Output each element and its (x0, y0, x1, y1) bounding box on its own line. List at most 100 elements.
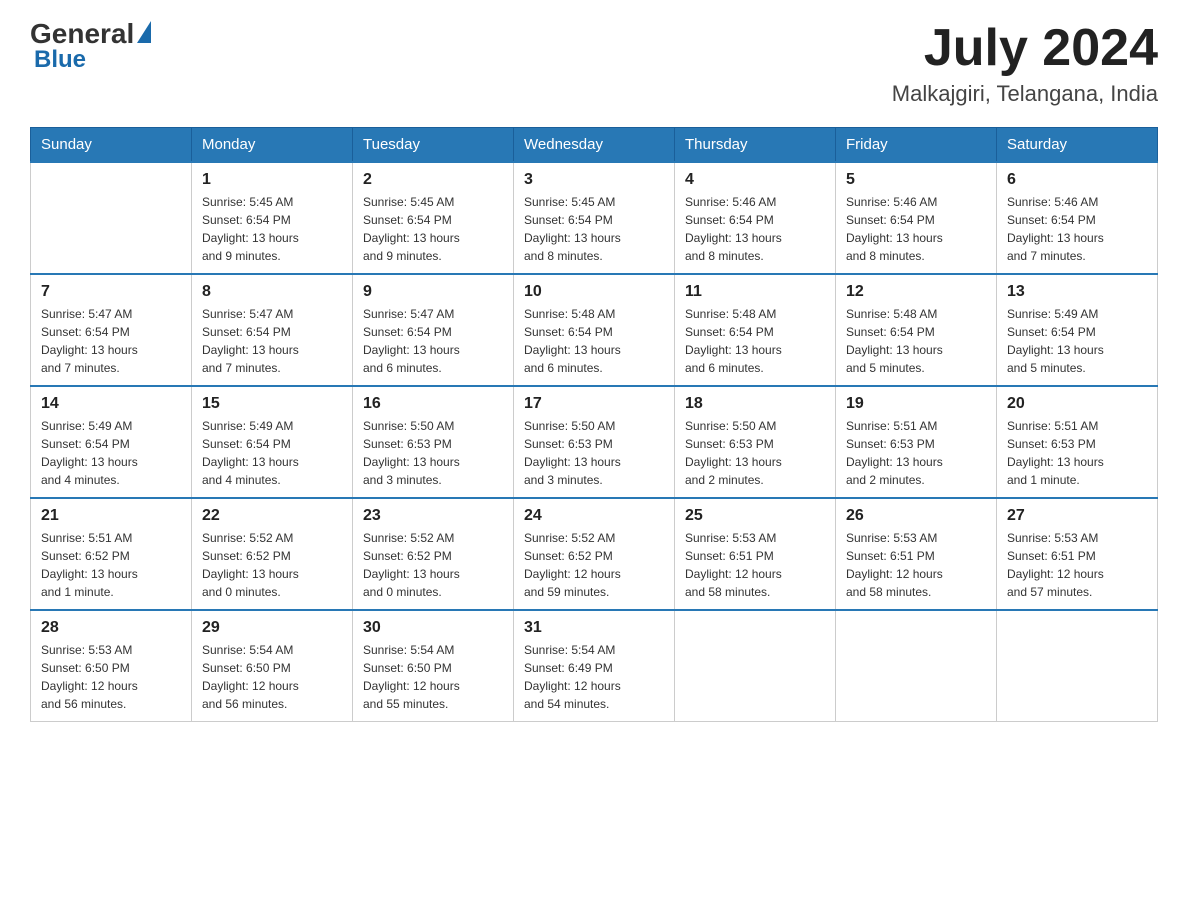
day-info: Sunrise: 5:52 AM Sunset: 6:52 PM Dayligh… (363, 529, 503, 601)
month-year-title: July 2024 (892, 20, 1158, 77)
day-info: Sunrise: 5:51 AM Sunset: 6:53 PM Dayligh… (846, 417, 986, 489)
day-number: 16 (363, 395, 503, 413)
weekday-header-monday: Monday (192, 128, 353, 163)
day-info: Sunrise: 5:52 AM Sunset: 6:52 PM Dayligh… (202, 529, 342, 601)
day-info: Sunrise: 5:49 AM Sunset: 6:54 PM Dayligh… (202, 417, 342, 489)
calendar-cell: 6 Sunrise: 5:46 AM Sunset: 6:54 PM Daylig… (997, 162, 1158, 274)
day-info: Sunrise: 5:45 AM Sunset: 6:54 PM Dayligh… (202, 193, 342, 265)
calendar-cell (31, 162, 192, 274)
day-info: Sunrise: 5:50 AM Sunset: 6:53 PM Dayligh… (685, 417, 825, 489)
calendar-cell: 17 Sunrise: 5:50 AM Sunset: 6:53 PM Dayli… (514, 386, 675, 498)
day-info: Sunrise: 5:53 AM Sunset: 6:50 PM Dayligh… (41, 641, 181, 713)
day-number: 8 (202, 283, 342, 301)
calendar-cell: 23 Sunrise: 5:52 AM Sunset: 6:52 PM Dayli… (353, 498, 514, 610)
calendar-week-row: 21 Sunrise: 5:51 AM Sunset: 6:52 PM Dayli… (31, 498, 1158, 610)
day-number: 6 (1007, 171, 1147, 189)
day-info: Sunrise: 5:51 AM Sunset: 6:52 PM Dayligh… (41, 529, 181, 601)
day-info: Sunrise: 5:50 AM Sunset: 6:53 PM Dayligh… (363, 417, 503, 489)
day-info: Sunrise: 5:47 AM Sunset: 6:54 PM Dayligh… (363, 305, 503, 377)
day-number: 30 (363, 619, 503, 637)
weekday-header-friday: Friday (836, 128, 997, 163)
weekday-header-wednesday: Wednesday (514, 128, 675, 163)
day-info: Sunrise: 5:46 AM Sunset: 6:54 PM Dayligh… (685, 193, 825, 265)
day-number: 11 (685, 283, 825, 301)
day-number: 31 (524, 619, 664, 637)
day-number: 28 (41, 619, 181, 637)
calendar-cell: 9 Sunrise: 5:47 AM Sunset: 6:54 PM Daylig… (353, 274, 514, 386)
logo-arrow-icon (137, 21, 151, 43)
location-title: Malkajgiri, Telangana, India (892, 81, 1158, 107)
day-number: 18 (685, 395, 825, 413)
day-info: Sunrise: 5:45 AM Sunset: 6:54 PM Dayligh… (363, 193, 503, 265)
calendar-week-row: 14 Sunrise: 5:49 AM Sunset: 6:54 PM Dayli… (31, 386, 1158, 498)
logo-general-text: General (30, 20, 134, 48)
day-info: Sunrise: 5:53 AM Sunset: 6:51 PM Dayligh… (1007, 529, 1147, 601)
calendar-cell: 3Sunrise: 5:45 AM Sunset: 6:54 PM Daylig… (514, 162, 675, 274)
calendar-cell: 15Sunrise: 5:49 AM Sunset: 6:54 PM Dayli… (192, 386, 353, 498)
day-info: Sunrise: 5:53 AM Sunset: 6:51 PM Dayligh… (685, 529, 825, 601)
calendar-cell: 10Sunrise: 5:48 AM Sunset: 6:54 PM Dayli… (514, 274, 675, 386)
calendar-cell: 19 Sunrise: 5:51 AM Sunset: 6:53 PM Dayli… (836, 386, 997, 498)
calendar-week-row: 1 Sunrise: 5:45 AM Sunset: 6:54 PM Daylig… (31, 162, 1158, 274)
calendar-cell: 7 Sunrise: 5:47 AM Sunset: 6:54 PM Daylig… (31, 274, 192, 386)
calendar-table: SundayMondayTuesdayWednesdayThursdayFrid… (30, 127, 1158, 722)
calendar-cell: 25 Sunrise: 5:53 AM Sunset: 6:51 PM Dayli… (675, 498, 836, 610)
calendar-cell: 24Sunrise: 5:52 AM Sunset: 6:52 PM Dayli… (514, 498, 675, 610)
calendar-cell: 26Sunrise: 5:53 AM Sunset: 6:51 PM Dayli… (836, 498, 997, 610)
weekday-header-saturday: Saturday (997, 128, 1158, 163)
day-info: Sunrise: 5:46 AM Sunset: 6:54 PM Dayligh… (1007, 193, 1147, 265)
day-info: Sunrise: 5:49 AM Sunset: 6:54 PM Dayligh… (1007, 305, 1147, 377)
day-number: 1 (202, 171, 342, 189)
day-number: 14 (41, 395, 181, 413)
day-number: 7 (41, 283, 181, 301)
calendar-cell: 11 Sunrise: 5:48 AM Sunset: 6:54 PM Dayli… (675, 274, 836, 386)
day-info: Sunrise: 5:54 AM Sunset: 6:49 PM Dayligh… (524, 641, 664, 713)
calendar-cell: 4 Sunrise: 5:46 AM Sunset: 6:54 PM Daylig… (675, 162, 836, 274)
day-number: 10 (524, 283, 664, 301)
day-number: 17 (524, 395, 664, 413)
calendar-week-row: 7 Sunrise: 5:47 AM Sunset: 6:54 PM Daylig… (31, 274, 1158, 386)
weekday-header-thursday: Thursday (675, 128, 836, 163)
calendar-cell: 14 Sunrise: 5:49 AM Sunset: 6:54 PM Dayli… (31, 386, 192, 498)
weekday-header-tuesday: Tuesday (353, 128, 514, 163)
logo: General Blue (30, 20, 151, 72)
day-number: 21 (41, 507, 181, 525)
calendar-cell (836, 610, 997, 722)
day-number: 27 (1007, 507, 1147, 525)
calendar-cell: 27 Sunrise: 5:53 AM Sunset: 6:51 PM Dayli… (997, 498, 1158, 610)
day-number: 23 (363, 507, 503, 525)
day-info: Sunrise: 5:48 AM Sunset: 6:54 PM Dayligh… (685, 305, 825, 377)
calendar-cell: 13 Sunrise: 5:49 AM Sunset: 6:54 PM Dayli… (997, 274, 1158, 386)
calendar-cell: 16 Sunrise: 5:50 AM Sunset: 6:53 PM Dayli… (353, 386, 514, 498)
calendar-cell (675, 610, 836, 722)
day-number: 5 (846, 171, 986, 189)
calendar-cell: 8 Sunrise: 5:47 AM Sunset: 6:54 PM Daylig… (192, 274, 353, 386)
calendar-cell: 20 Sunrise: 5:51 AM Sunset: 6:53 PM Dayli… (997, 386, 1158, 498)
calendar-cell: 18 Sunrise: 5:50 AM Sunset: 6:53 PM Dayli… (675, 386, 836, 498)
day-info: Sunrise: 5:54 AM Sunset: 6:50 PM Dayligh… (363, 641, 503, 713)
day-info: Sunrise: 5:50 AM Sunset: 6:53 PM Dayligh… (524, 417, 664, 489)
calendar-cell (997, 610, 1158, 722)
calendar-week-row: 28 Sunrise: 5:53 AM Sunset: 6:50 PM Dayli… (31, 610, 1158, 722)
day-info: Sunrise: 5:47 AM Sunset: 6:54 PM Dayligh… (41, 305, 181, 377)
calendar-cell: 31 Sunrise: 5:54 AM Sunset: 6:49 PM Dayli… (514, 610, 675, 722)
day-info: Sunrise: 5:47 AM Sunset: 6:54 PM Dayligh… (202, 305, 342, 377)
logo-blue-text: Blue (34, 48, 86, 72)
day-info: Sunrise: 5:49 AM Sunset: 6:54 PM Dayligh… (41, 417, 181, 489)
day-number: 20 (1007, 395, 1147, 413)
day-number: 9 (363, 283, 503, 301)
calendar-cell: 2Sunrise: 5:45 AM Sunset: 6:54 PM Daylig… (353, 162, 514, 274)
calendar-cell: 22Sunrise: 5:52 AM Sunset: 6:52 PM Dayli… (192, 498, 353, 610)
weekday-header-sunday: Sunday (31, 128, 192, 163)
day-number: 3 (524, 171, 664, 189)
day-number: 4 (685, 171, 825, 189)
day-info: Sunrise: 5:46 AM Sunset: 6:54 PM Dayligh… (846, 193, 986, 265)
day-number: 19 (846, 395, 986, 413)
day-number: 12 (846, 283, 986, 301)
day-info: Sunrise: 5:51 AM Sunset: 6:53 PM Dayligh… (1007, 417, 1147, 489)
day-info: Sunrise: 5:48 AM Sunset: 6:54 PM Dayligh… (846, 305, 986, 377)
calendar-cell: 1 Sunrise: 5:45 AM Sunset: 6:54 PM Daylig… (192, 162, 353, 274)
calendar-cell: 28 Sunrise: 5:53 AM Sunset: 6:50 PM Dayli… (31, 610, 192, 722)
day-number: 25 (685, 507, 825, 525)
day-number: 13 (1007, 283, 1147, 301)
